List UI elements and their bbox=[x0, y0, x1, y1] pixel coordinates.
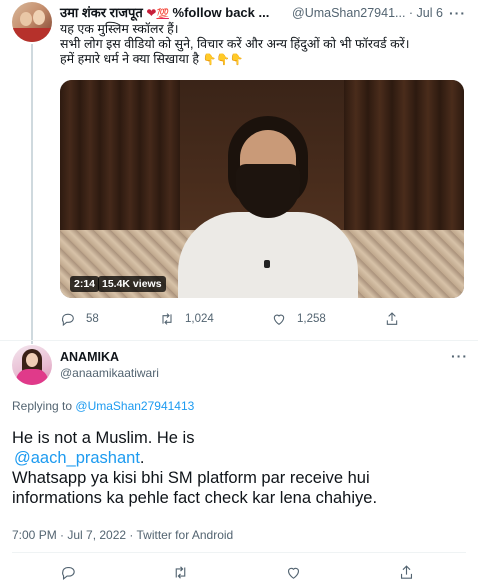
tweet-text-line: He is not a Muslim. He is bbox=[12, 429, 195, 447]
replying-to: Replying to @UmaShan27941413 bbox=[12, 399, 194, 413]
mention-link[interactable]: @aach_prashant bbox=[12, 449, 140, 467]
like-icon bbox=[273, 314, 285, 325]
tweet-text-line: यह एक मुस्लिम स्कॉलर हैं। bbox=[60, 22, 179, 36]
tweet-timestamp[interactable]: 7:00 PM · Jul 7, 2022 · Twitter for Andr… bbox=[12, 528, 233, 542]
share-icon bbox=[400, 564, 412, 579]
video-views: 15.4K views bbox=[98, 276, 166, 292]
retweet-icon bbox=[162, 313, 172, 325]
avatar[interactable] bbox=[12, 2, 52, 42]
share-icon bbox=[386, 312, 398, 325]
pointing-down-emoji: 👇👇👇 bbox=[202, 54, 244, 66]
retweet-icon bbox=[175, 565, 185, 579]
author-handle-time[interactable]: @UmaShan27941... · Jul 6 bbox=[292, 4, 443, 22]
divider bbox=[12, 552, 466, 553]
tweet-actions: 58 1,024 1,258 bbox=[60, 310, 440, 328]
like-button[interactable]: 1,258 bbox=[271, 310, 326, 328]
reply-button[interactable]: 58 bbox=[60, 310, 99, 328]
thread-line bbox=[31, 44, 33, 344]
author-name[interactable]: उमा शंकर राजपूत bbox=[60, 5, 143, 20]
share-button[interactable] bbox=[384, 310, 400, 328]
avatar-face bbox=[20, 12, 32, 26]
tweet-header: उमा शंकर राजपूत ❤💯 %follow back ... @Uma… bbox=[60, 4, 470, 22]
retweet-button[interactable] bbox=[170, 562, 190, 582]
author-handle[interactable]: @anaamikaatiwari bbox=[60, 366, 159, 380]
avatar-clothing bbox=[12, 28, 52, 42]
mention-suffix: . bbox=[139, 449, 145, 467]
retweet-button[interactable]: 1,024 bbox=[159, 310, 214, 328]
tweet-text-line: informations ka pehle fact check kar len… bbox=[12, 489, 378, 507]
microphone-icon bbox=[264, 260, 270, 268]
author-name[interactable]: ANAMIKA bbox=[60, 350, 119, 364]
share-button[interactable] bbox=[396, 562, 416, 582]
video-duration: 2:14 bbox=[70, 276, 100, 292]
reply-icon bbox=[61, 313, 74, 327]
more-icon[interactable]: ··· bbox=[451, 348, 468, 364]
more-icon[interactable]: ··· bbox=[449, 4, 466, 22]
reply-icon bbox=[61, 566, 75, 580]
tweet-text-line-content: हमें हमारे धर्म ने क्या सिखाया है bbox=[60, 52, 199, 66]
tweet-text: He is not a Muslim. He is @aach_prashant… bbox=[12, 428, 472, 508]
tweet-text: यह एक मुस्लिम स्कॉलर हैं। सभी लोग इस वीड… bbox=[60, 22, 465, 68]
video-person-body bbox=[178, 212, 358, 298]
replying-prefix: Replying to bbox=[12, 399, 73, 413]
video-person-beard bbox=[236, 164, 300, 218]
tweet-text-line: @aach_prashant. bbox=[12, 448, 472, 468]
tweet-text-line: Whatsapp ya kisi bhi SM platform par rec… bbox=[12, 469, 370, 487]
like-icon bbox=[287, 567, 299, 579]
like-button[interactable] bbox=[283, 562, 303, 582]
tweet-actions bbox=[0, 562, 478, 582]
replying-to-link[interactable]: @UmaShan27941413 bbox=[75, 399, 194, 413]
video-player[interactable]: 2:14 15.4K views bbox=[60, 80, 464, 298]
video-curtain bbox=[344, 80, 464, 230]
video-curtain bbox=[60, 80, 180, 230]
divider bbox=[0, 340, 478, 341]
reply-count: 58 bbox=[86, 313, 99, 325]
author-name-suffix[interactable]: %follow back ... bbox=[173, 5, 270, 20]
like-count: 1,258 bbox=[297, 313, 326, 325]
retweet-count: 1,024 bbox=[185, 313, 214, 325]
avatar-clothing bbox=[16, 369, 48, 385]
tweet-text-line: सभी लोग इस वीडियो को सुने, विचार करें और… bbox=[60, 37, 410, 51]
avatar[interactable] bbox=[12, 345, 52, 385]
avatar-face bbox=[33, 10, 45, 25]
tweet-text-line: हमें हमारे धर्म ने क्या सिखाया है 👇👇👇 bbox=[60, 52, 465, 68]
avatar-face bbox=[26, 353, 38, 367]
hundred-emoji: 💯 bbox=[156, 9, 169, 20]
reply-button[interactable] bbox=[58, 562, 78, 582]
tweet-1[interactable]: उमा शंकर राजपूत ❤💯 %follow back ... @Uma… bbox=[0, 0, 478, 344]
heart-emoji: ❤ bbox=[146, 6, 157, 20]
